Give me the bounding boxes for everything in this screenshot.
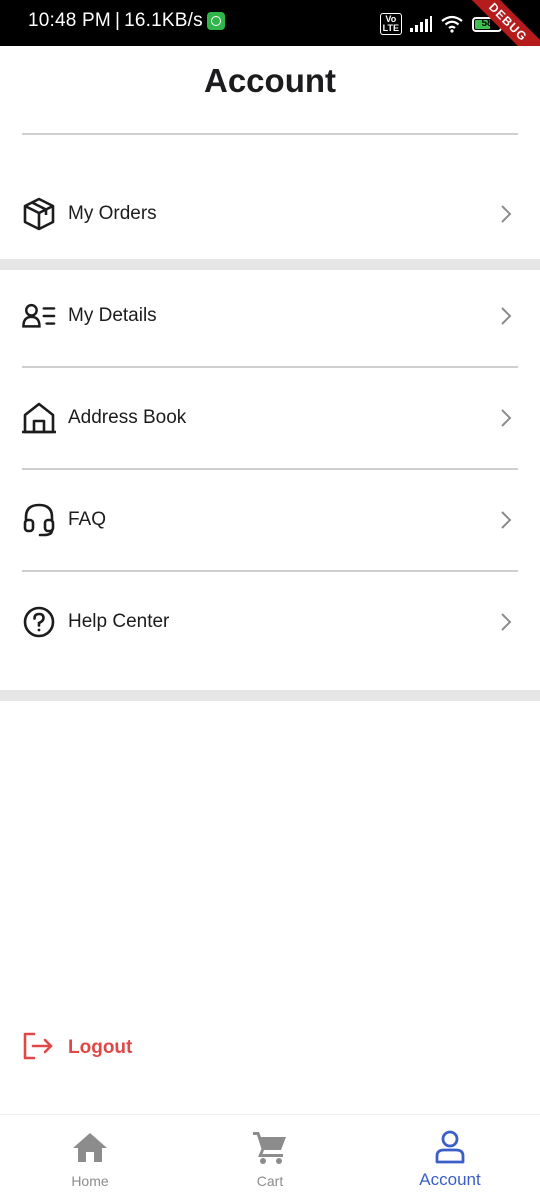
menu-item-faq[interactable]: FAQ	[0, 490, 540, 550]
chevron-right-icon	[496, 612, 516, 632]
user-details-icon	[22, 299, 56, 333]
chat-notification-icon	[206, 12, 225, 30]
menu-label-my-orders: My Orders	[68, 203, 157, 224]
header-divider	[22, 133, 518, 135]
bottom-navigation: Home Cart Account	[0, 1114, 540, 1201]
menu-item-address-book[interactable]: Address Book	[0, 388, 540, 448]
nav-label-home: Home	[71, 1173, 109, 1189]
headset-icon	[22, 503, 56, 537]
menu-item-help-center[interactable]: Help Center	[0, 592, 540, 652]
signal-icon	[410, 16, 432, 32]
section-separator	[0, 259, 540, 270]
nav-item-account[interactable]: Account	[360, 1115, 540, 1201]
network-speed: 16.1KB/s	[124, 10, 203, 31]
page-title: Account	[204, 62, 336, 99]
chevron-right-icon	[496, 408, 516, 428]
status-separator: |	[114, 10, 121, 31]
house-icon	[22, 401, 56, 435]
menu-label-help-center: Help Center	[68, 611, 170, 632]
menu-divider	[22, 366, 518, 368]
status-left: 10:48 PM | 16.1KB/s	[28, 10, 225, 32]
menu-item-my-orders[interactable]: My Orders	[0, 184, 540, 244]
cart-icon	[252, 1129, 288, 1165]
menu-label-address-book: Address Book	[68, 407, 187, 428]
wifi-icon	[441, 15, 463, 33]
nav-label-cart: Cart	[256, 1173, 284, 1189]
menu-label-faq: FAQ	[68, 509, 107, 530]
menu-label-my-details: My Details	[68, 305, 157, 326]
chevron-right-icon	[496, 510, 516, 530]
status-bar: 10:48 PM | 16.1KB/s Vo LTE 58 DEBUG	[0, 0, 540, 46]
logout-icon	[22, 1032, 54, 1065]
nav-label-account: Account	[419, 1170, 481, 1189]
account-icon	[432, 1129, 468, 1165]
section-separator	[0, 690, 540, 701]
nav-item-home[interactable]: Home	[0, 1115, 180, 1201]
chevron-right-icon	[496, 306, 516, 326]
chevron-right-icon	[496, 204, 516, 224]
menu-divider	[22, 468, 518, 470]
menu-item-my-details[interactable]: My Details	[0, 286, 540, 346]
logout-label: Logout	[68, 1037, 133, 1058]
nav-item-cart[interactable]: Cart	[180, 1115, 360, 1201]
home-icon	[72, 1129, 108, 1165]
volte-icon: Vo LTE	[379, 13, 402, 35]
question-circle-icon	[22, 605, 56, 639]
status-time: 10:48 PM	[28, 10, 111, 31]
package-icon	[22, 197, 56, 231]
menu-divider	[22, 570, 518, 572]
logout-button[interactable]: Logout	[22, 1030, 132, 1066]
status-right: Vo LTE 58	[379, 13, 502, 35]
